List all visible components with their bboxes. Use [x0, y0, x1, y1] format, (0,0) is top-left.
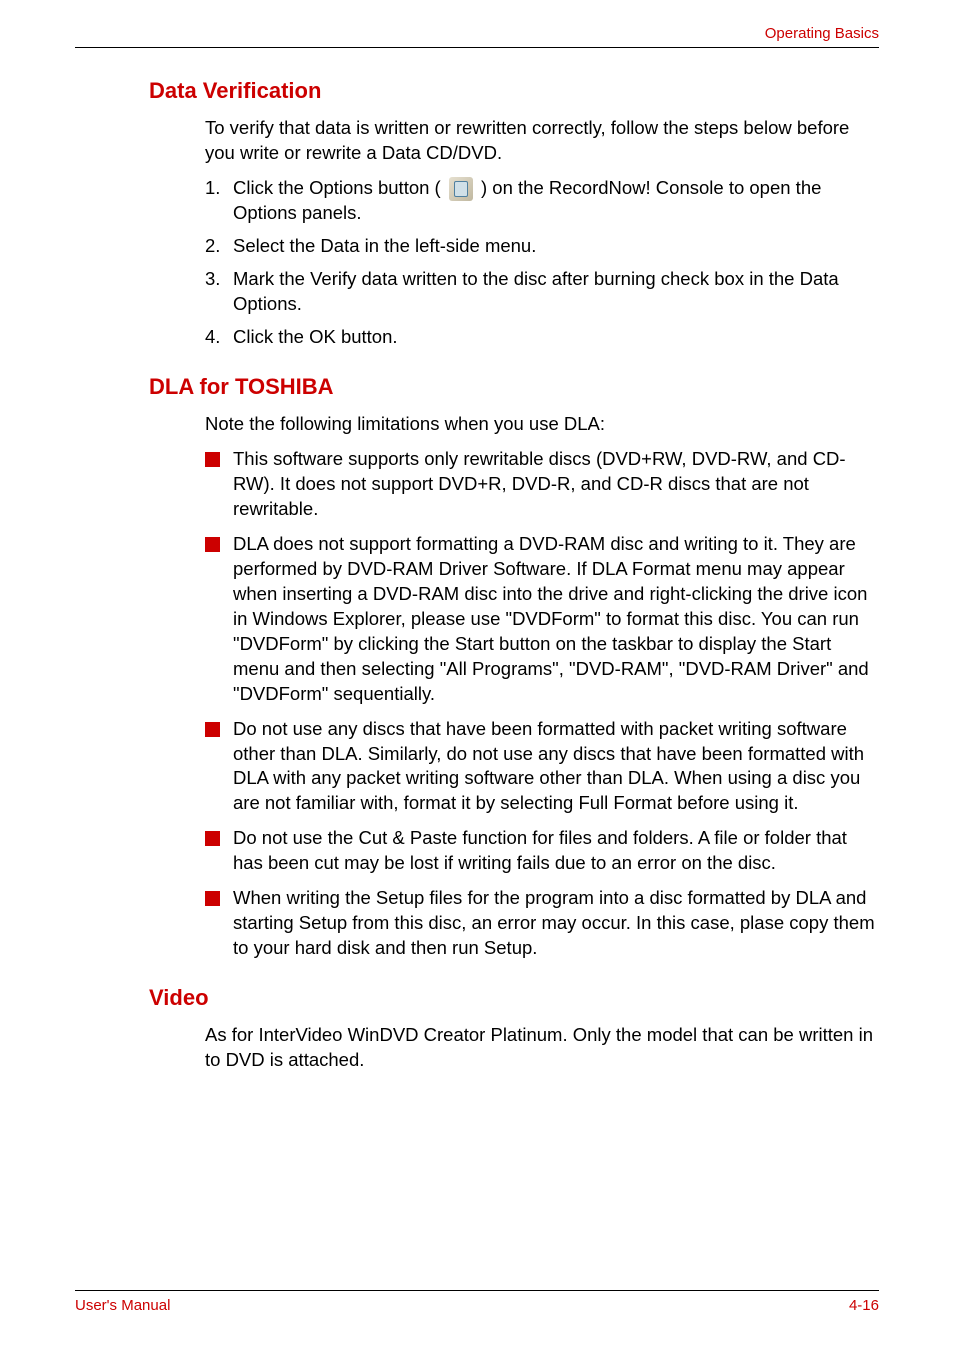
footer-right-text: 4-16	[849, 1297, 879, 1314]
bullet-item: Do not use any discs that have been form…	[205, 717, 879, 817]
step-item: 4. Click the OK button.	[205, 325, 879, 350]
bullet-icon	[205, 722, 220, 737]
bullet-item: This software supports only rewritable d…	[205, 447, 879, 522]
bullet-text: DLA does not support formatting a DVD-RA…	[233, 532, 879, 707]
heading-dla-toshiba: DLA for TOSHIBA	[149, 374, 879, 400]
heading-data-verification: Data Verification	[149, 78, 879, 104]
bullet-item: Do not use the Cut & Paste function for …	[205, 826, 879, 876]
bullet-icon	[205, 831, 220, 846]
bullet-item: DLA does not support formatting a DVD-RA…	[205, 532, 879, 707]
step-item: 3. Mark the Verify data written to the d…	[205, 267, 879, 317]
bullet-text: This software supports only rewritable d…	[233, 447, 879, 522]
step-item: 2. Select the Data in the left-side menu…	[205, 234, 879, 259]
bullet-icon	[205, 891, 220, 906]
steps-list: 1. Click the Options button ( ) on the R…	[205, 176, 879, 350]
bullet-icon	[205, 452, 220, 467]
bullet-text: Do not use the Cut & Paste function for …	[233, 826, 879, 876]
page-header: Operating Basics	[75, 25, 879, 48]
header-title: Operating Basics	[765, 25, 879, 42]
step-number: 1.	[205, 176, 233, 226]
bullet-list-dla: This software supports only rewritable d…	[205, 447, 879, 961]
page-footer: User's Manual 4-16	[75, 1290, 879, 1314]
bullet-item: When writing the Setup files for the pro…	[205, 886, 879, 961]
step-number: 4.	[205, 325, 233, 350]
step-number: 3.	[205, 267, 233, 317]
options-button-icon	[449, 177, 473, 201]
step-text: Click the OK button.	[233, 325, 879, 350]
body-video: As for InterVideo WinDVD Creator Platinu…	[205, 1023, 879, 1073]
step-item: 1. Click the Options button ( ) on the R…	[205, 176, 879, 226]
bullet-text: Do not use any discs that have been form…	[233, 717, 879, 817]
step-number: 2.	[205, 234, 233, 259]
intro-data-verification: To verify that data is written or rewrit…	[205, 116, 879, 166]
step-text: Select the Data in the left-side menu.	[233, 234, 879, 259]
step-text: Mark the Verify data written to the disc…	[233, 267, 879, 317]
step-text: Click the Options button ( ) on the Reco…	[233, 176, 879, 226]
step-text-part-a: Click the Options button (	[233, 177, 446, 198]
intro-dla: Note the following limitations when you …	[205, 412, 879, 437]
bullet-icon	[205, 537, 220, 552]
footer-left-text: User's Manual	[75, 1297, 170, 1314]
bullet-text: When writing the Setup files for the pro…	[233, 886, 879, 961]
heading-video: Video	[149, 985, 879, 1011]
